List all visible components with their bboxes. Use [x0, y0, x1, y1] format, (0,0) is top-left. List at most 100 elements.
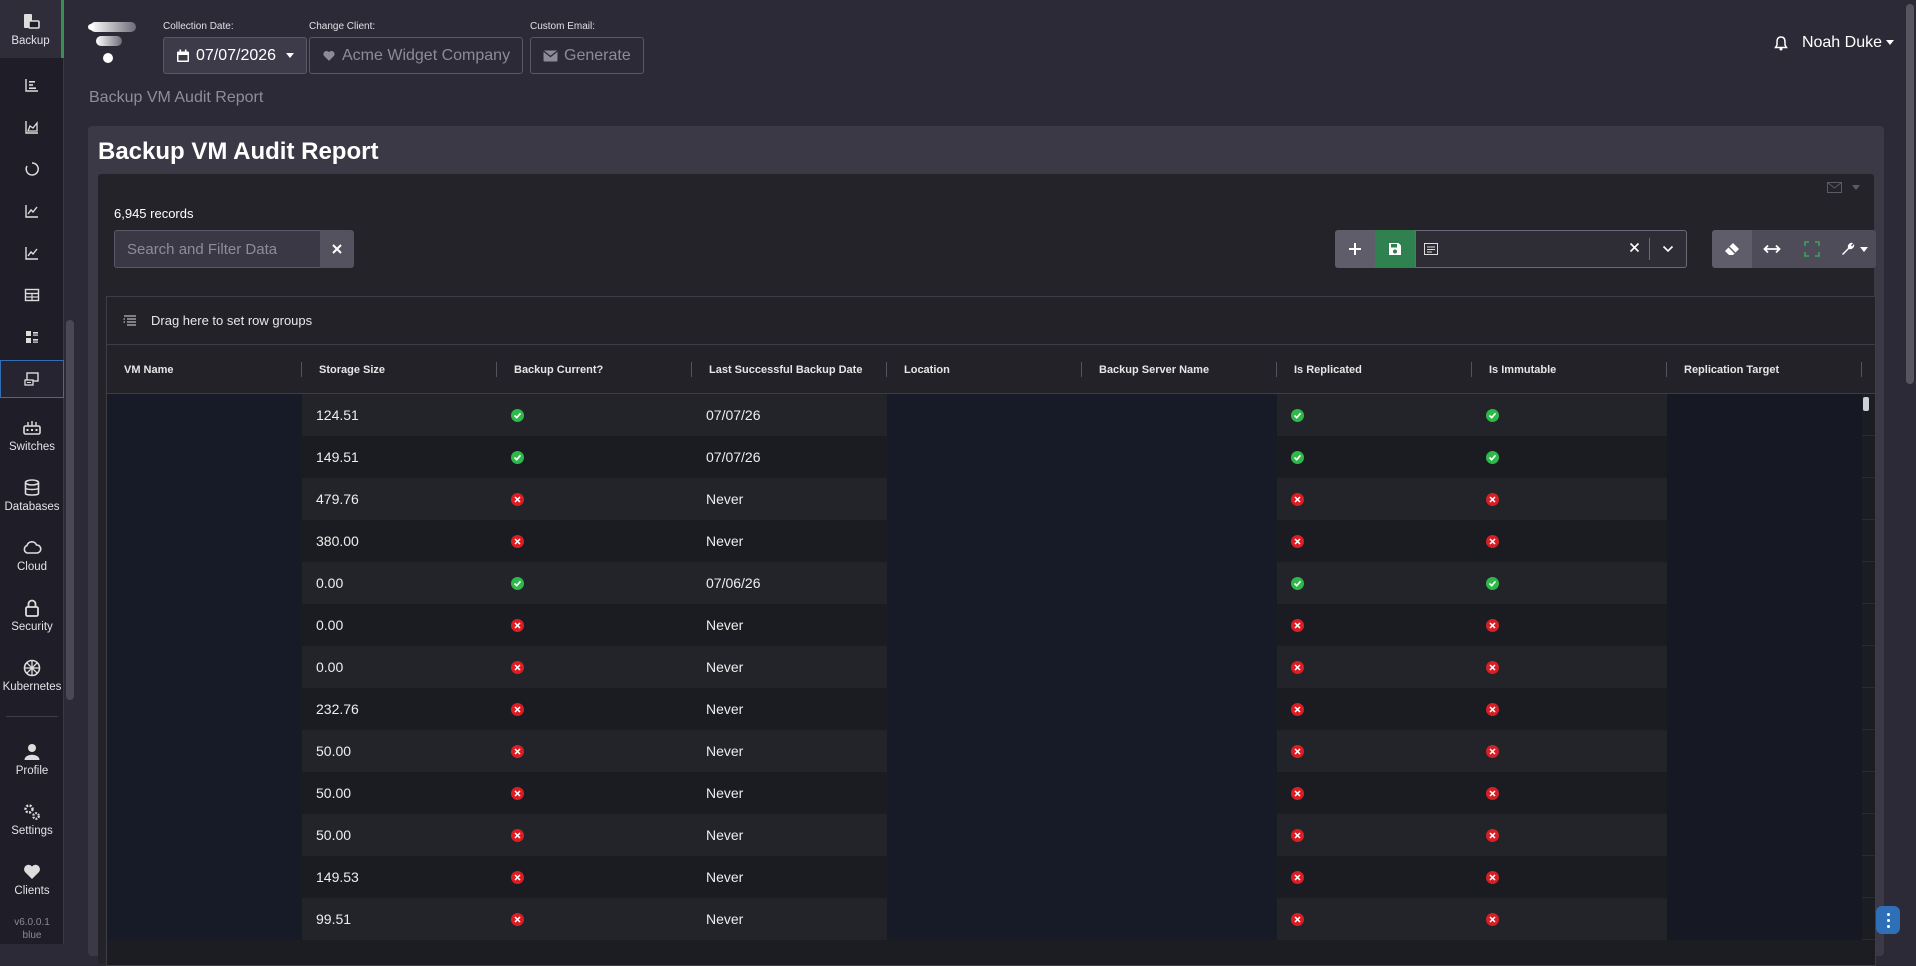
more-options-button[interactable]	[1876, 906, 1900, 934]
table-row[interactable]: 50.00 Never	[107, 814, 1875, 856]
table-cell[interactable]	[1472, 520, 1667, 562]
table-cell[interactable]	[1472, 478, 1667, 520]
clear-filters-button[interactable]	[1712, 230, 1752, 268]
table-row[interactable]: 149.53 Never	[107, 856, 1875, 898]
sidebar-item-switches[interactable]: Switches	[0, 410, 64, 460]
column-header[interactable]: Location	[887, 345, 1082, 394]
table-cell[interactable]: Never	[692, 646, 887, 688]
table-cell[interactable]	[1277, 856, 1472, 898]
sidebar-item-bar-list[interactable]	[0, 70, 64, 100]
table-cell[interactable]	[887, 856, 1082, 898]
table-cell[interactable]	[1277, 772, 1472, 814]
table-cell[interactable]	[1082, 394, 1277, 436]
email-report-dropdown[interactable]	[1827, 182, 1860, 193]
sidebar-item-settings[interactable]: Settings	[0, 794, 64, 844]
table-cell[interactable]: Never	[692, 856, 887, 898]
table-cell[interactable]	[107, 730, 302, 772]
sidebar-item-area-chart[interactable]	[0, 112, 64, 142]
table-cell[interactable]	[497, 646, 692, 688]
table-row[interactable]: 380.00 Never	[107, 520, 1875, 562]
clear-search-button[interactable]	[320, 230, 354, 268]
table-cell[interactable]	[497, 562, 692, 604]
column-header[interactable]: Replication Target	[1667, 345, 1862, 394]
table-cell[interactable]	[497, 394, 692, 436]
view-select[interactable]	[1415, 230, 1687, 268]
table-cell[interactable]	[1667, 814, 1862, 856]
table-cell[interactable]	[1277, 520, 1472, 562]
table-cell[interactable]	[887, 646, 1082, 688]
table-cell[interactable]	[497, 772, 692, 814]
table-cell[interactable]	[107, 604, 302, 646]
table-cell[interactable]: Never	[692, 688, 887, 730]
table-row[interactable]: 124.51 07/07/26	[107, 394, 1875, 436]
table-cell[interactable]	[107, 562, 302, 604]
table-cell[interactable]	[1667, 772, 1862, 814]
table-cell[interactable]	[107, 436, 302, 478]
table-cell[interactable]: Never	[692, 478, 887, 520]
table-cell[interactable]	[1277, 394, 1472, 436]
table-cell[interactable]	[1082, 772, 1277, 814]
table-cell[interactable]	[1472, 646, 1667, 688]
table-row[interactable]: 50.00 Never	[107, 730, 1875, 772]
grid-scrollbar[interactable]	[1863, 397, 1869, 411]
table-cell[interactable]	[1667, 898, 1862, 940]
table-cell[interactable]	[887, 730, 1082, 772]
table-cell[interactable]	[887, 478, 1082, 520]
table-cell[interactable]: 0.00	[302, 562, 497, 604]
table-cell[interactable]	[1472, 604, 1667, 646]
column-header[interactable]: Storage Size	[302, 345, 497, 394]
table-cell[interactable]: 99.51	[302, 898, 497, 940]
table-cell[interactable]	[497, 688, 692, 730]
table-cell[interactable]	[1277, 688, 1472, 730]
column-header[interactable]: Backup Server Name	[1082, 345, 1277, 394]
table-cell[interactable]	[1472, 394, 1667, 436]
table-cell[interactable]	[1667, 520, 1862, 562]
table-row[interactable]: 479.76 Never	[107, 478, 1875, 520]
table-cell[interactable]	[497, 478, 692, 520]
table-cell[interactable]	[1667, 478, 1862, 520]
sidebar-item-cloud[interactable]: Cloud	[0, 530, 64, 580]
app-logo[interactable]	[88, 18, 138, 71]
table-cell[interactable]: 50.00	[302, 730, 497, 772]
sidebar-item-table[interactable]	[0, 280, 64, 310]
table-cell[interactable]: Never	[692, 814, 887, 856]
table-cell[interactable]	[887, 562, 1082, 604]
table-cell[interactable]: 07/07/26	[692, 394, 887, 436]
table-cell[interactable]	[1472, 730, 1667, 772]
table-cell[interactable]	[1082, 898, 1277, 940]
table-cell[interactable]	[1277, 436, 1472, 478]
sidebar-item-security[interactable]: Security	[0, 590, 64, 640]
table-cell[interactable]	[1667, 604, 1862, 646]
table-cell[interactable]	[1082, 604, 1277, 646]
table-cell[interactable]	[497, 730, 692, 772]
table-cell[interactable]	[887, 436, 1082, 478]
table-cell[interactable]	[1472, 898, 1667, 940]
chevron-down-icon[interactable]	[1650, 245, 1686, 253]
table-cell[interactable]	[1082, 478, 1277, 520]
table-cell[interactable]	[1667, 730, 1862, 772]
table-cell[interactable]: 232.76	[302, 688, 497, 730]
sidebar-item-list-grid[interactable]	[0, 322, 64, 352]
save-view-button[interactable]	[1375, 230, 1415, 268]
table-cell[interactable]	[1277, 814, 1472, 856]
table-cell[interactable]	[497, 814, 692, 856]
table-cell[interactable]: 07/07/26	[692, 436, 887, 478]
table-row[interactable]: 0.00 Never	[107, 646, 1875, 688]
column-header[interactable]: VM Name	[107, 345, 302, 394]
table-cell[interactable]	[1082, 436, 1277, 478]
table-cell[interactable]: Never	[692, 520, 887, 562]
breadcrumb[interactable]: Backup VM Audit Report	[89, 89, 263, 107]
table-cell[interactable]	[887, 394, 1082, 436]
table-cell[interactable]	[497, 856, 692, 898]
table-cell[interactable]	[1472, 772, 1667, 814]
table-cell[interactable]	[1082, 562, 1277, 604]
table-cell[interactable]	[107, 394, 302, 436]
table-cell[interactable]: Never	[692, 772, 887, 814]
table-row[interactable]: 99.51 Never	[107, 898, 1875, 940]
table-cell[interactable]	[1472, 562, 1667, 604]
table-cell[interactable]	[1277, 478, 1472, 520]
table-cell[interactable]	[1082, 730, 1277, 772]
sidebar-item-line-chart-2[interactable]	[0, 238, 64, 268]
table-cell[interactable]: 124.51	[302, 394, 497, 436]
bell-icon[interactable]	[1774, 35, 1788, 51]
